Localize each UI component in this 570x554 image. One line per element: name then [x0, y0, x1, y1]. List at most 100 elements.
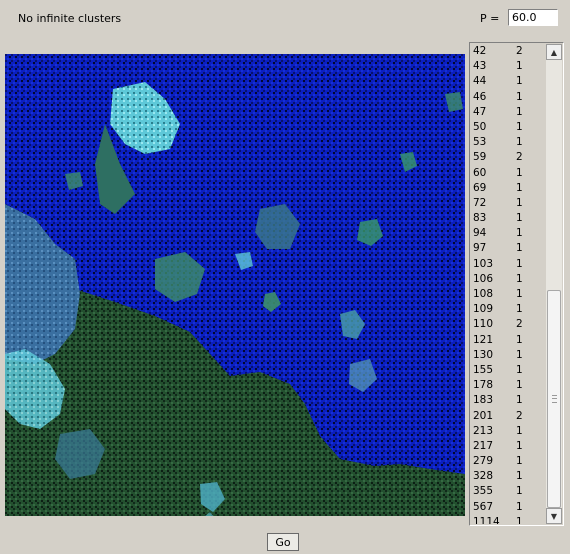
cluster-size: 83	[473, 212, 487, 225]
cluster-size: 121	[473, 333, 494, 346]
cluster-count: 1	[516, 470, 523, 483]
cluster-count: 2	[516, 318, 523, 331]
cluster-count: 1	[516, 394, 523, 407]
cluster-count: 1	[516, 212, 523, 225]
list-item[interactable]: 183 1	[471, 393, 545, 408]
cluster-count: 1	[516, 242, 523, 255]
list-item[interactable]: 130 1	[471, 348, 545, 363]
list-item[interactable]: 94 1	[471, 226, 545, 241]
cluster-count: 1	[516, 75, 523, 88]
cluster-count: 2	[516, 409, 523, 422]
cluster-size: 178	[473, 379, 494, 392]
list-scrollbar[interactable]: ▲ ▼	[546, 44, 562, 524]
cluster-size-list[interactable]: 42 2 43 1 44 1 46 1 47 1 50 1 53 1 59 2 60 1 69 1 …	[469, 42, 564, 526]
cluster-count: 2	[516, 151, 523, 164]
go-button[interactable]: Go	[267, 533, 299, 551]
percolation-lattice[interactable]	[5, 54, 465, 516]
list-item[interactable]: 201 2	[471, 409, 545, 424]
list-item[interactable]: 355 1	[471, 484, 545, 499]
list-item[interactable]: 53 1	[471, 135, 545, 150]
list-item[interactable]: 108 1	[471, 287, 545, 302]
scroll-up-button[interactable]: ▲	[546, 44, 562, 60]
list-item[interactable]: 109 1	[471, 302, 545, 317]
cluster-size: 60	[473, 166, 487, 179]
cluster-size: 42	[473, 45, 487, 57]
cluster-count: 1	[516, 333, 523, 346]
chevron-down-icon: ▼	[550, 511, 558, 521]
cluster-size: 106	[473, 272, 494, 285]
list-item[interactable]: 50 1	[471, 120, 545, 135]
cluster-size: 155	[473, 363, 494, 376]
cluster-size: 201	[473, 409, 494, 422]
list-item[interactable]: 567 1	[471, 500, 545, 515]
cluster-count: 1	[516, 363, 523, 376]
cluster-size: 328	[473, 470, 494, 483]
list-item[interactable]: 59 2	[471, 150, 545, 165]
cluster-size: 110	[473, 318, 494, 331]
cluster-count: 1	[516, 136, 523, 149]
cluster-count: 1	[516, 303, 523, 316]
list-item[interactable]: 60 1	[471, 166, 545, 181]
probability-label: P =	[480, 12, 500, 25]
cluster-count: 1	[516, 515, 523, 524]
cluster-count: 1	[516, 90, 523, 103]
list-item[interactable]: 69 1	[471, 181, 545, 196]
cluster-size: 97	[473, 242, 487, 255]
list-item[interactable]: 110 2	[471, 317, 545, 332]
list-item[interactable]: 97 1	[471, 241, 545, 256]
cluster-list-rows: 42 2 43 1 44 1 46 1 47 1 50 1 53 1 59 2 60 1 69 1 …	[471, 44, 545, 524]
cluster-size: 69	[473, 181, 487, 194]
cluster-count: 1	[516, 500, 523, 513]
list-item[interactable]: 213 1	[471, 424, 545, 439]
cluster-size: 50	[473, 120, 487, 133]
cluster-size: 130	[473, 348, 494, 361]
list-item[interactable]: 178 1	[471, 378, 545, 393]
lattice-canvas	[5, 54, 465, 516]
cluster-size: 103	[473, 257, 494, 270]
cluster-count: 1	[516, 455, 523, 468]
cluster-count: 1	[516, 181, 523, 194]
scroll-thumb[interactable]	[547, 290, 561, 508]
list-item[interactable]: 103 1	[471, 257, 545, 272]
cluster-count: 1	[516, 288, 523, 300]
grip-icon	[552, 395, 557, 403]
cluster-count: 1	[516, 485, 523, 498]
scroll-down-button[interactable]: ▼	[546, 508, 562, 524]
cluster-count: 1	[516, 105, 523, 118]
cluster-size: 183	[473, 394, 494, 407]
cluster-size: 47	[473, 105, 487, 118]
list-item[interactable]: 121 1	[471, 333, 545, 348]
list-item[interactable]: 83 1	[471, 211, 545, 226]
cluster-count: 1	[516, 120, 523, 133]
list-item[interactable]: 155 1	[471, 363, 545, 378]
probability-input[interactable]	[508, 9, 558, 26]
cluster-size: 217	[473, 439, 494, 452]
cluster-size: 213	[473, 424, 494, 437]
cluster-size: 59	[473, 151, 487, 164]
cluster-count: 1	[516, 227, 523, 240]
cluster-size: 109	[473, 303, 494, 316]
list-item[interactable]: 106 1	[471, 272, 545, 287]
cluster-size: 46	[473, 90, 487, 103]
list-item[interactable]: 43 1	[471, 59, 545, 74]
cluster-size: 53	[473, 136, 487, 149]
cluster-count: 2	[516, 45, 523, 57]
list-item[interactable]: 72 1	[471, 196, 545, 211]
list-item[interactable]: 47 1	[471, 105, 545, 120]
cluster-size: 279	[473, 455, 494, 468]
cluster-size: 108	[473, 288, 494, 300]
cluster-size: 567	[473, 500, 494, 513]
list-item[interactable]: 279 1	[471, 454, 545, 469]
list-item[interactable]: 328 1	[471, 469, 545, 484]
cluster-size: 94	[473, 227, 487, 240]
chevron-up-icon: ▲	[550, 47, 558, 57]
list-item[interactable]: 42 2	[471, 44, 545, 59]
list-item[interactable]: 44 1	[471, 74, 545, 89]
list-item[interactable]: 1114 1	[471, 515, 545, 524]
cluster-size: 355	[473, 485, 494, 498]
list-item[interactable]: 46 1	[471, 90, 545, 105]
cluster-count: 1	[516, 166, 523, 179]
list-item[interactable]: 217 1	[471, 439, 545, 454]
cluster-size: 1114	[473, 515, 500, 524]
cluster-size: 43	[473, 60, 487, 73]
